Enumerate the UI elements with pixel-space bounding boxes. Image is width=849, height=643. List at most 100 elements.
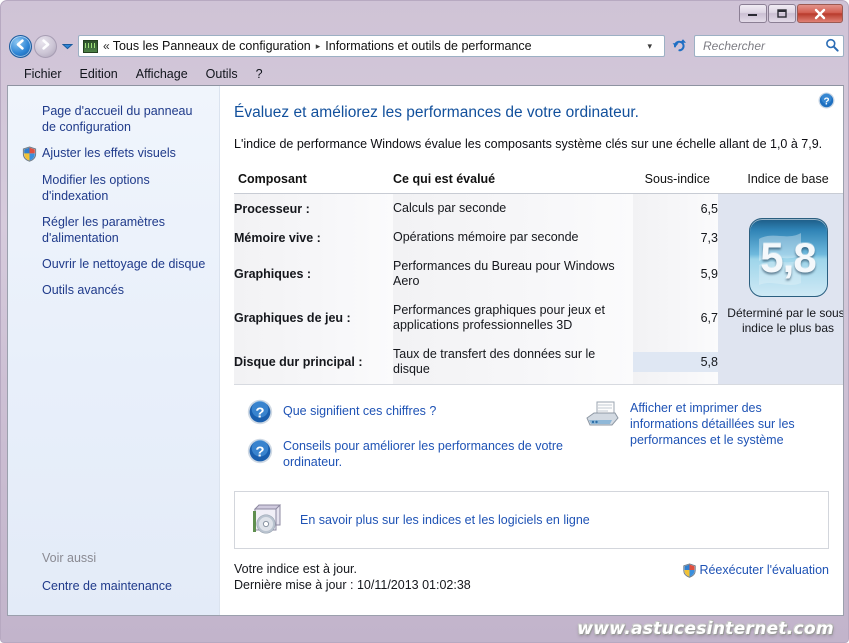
sidebar-item-power-settings[interactable]: Régler les paramètres d'alimentation xyxy=(8,209,219,251)
menu-item-edition[interactable]: Edition xyxy=(71,65,127,83)
recent-pages-button[interactable] xyxy=(60,37,74,55)
table-row: Processeur : Calculs par seconde 6,5 xyxy=(234,193,718,223)
back-arrow-icon xyxy=(14,38,27,54)
score-table-wrapper: Composant Ce qui est évalué Sous-indice … xyxy=(234,172,843,385)
link-label: Conseils pour améliorer les performances… xyxy=(283,439,563,469)
sidebar-item-label: Outils avancés xyxy=(42,283,124,297)
column-header-evaluated: Ce qui est évalué xyxy=(393,172,633,194)
breadcrumb-item-1[interactable]: Informations et outils de performance xyxy=(325,39,531,53)
control-panel-icon xyxy=(83,39,98,53)
sidebar-item-action-center[interactable]: Centre de maintenance xyxy=(8,573,219,599)
link-print-details[interactable]: Afficher et imprimer des informations dé… xyxy=(584,399,829,483)
maximize-button[interactable] xyxy=(768,4,796,23)
table-row: Disque dur principal : Taux de transfert… xyxy=(234,340,722,385)
title-bar xyxy=(1,1,849,29)
menu-item-outils[interactable]: Outils xyxy=(197,65,247,83)
sidebar-item-advanced-tools[interactable]: Outils avancés xyxy=(8,277,219,303)
site-watermark: www.astucesinternet.com xyxy=(577,619,834,639)
sidebar-item-label: Page d'accueil du panneau de configurati… xyxy=(42,104,193,134)
help-links-section: ? Que signifient ces chiffres ? ? Consei… xyxy=(234,399,829,483)
performance-score-section: Composant Ce qui est évalué Sous-indice … xyxy=(234,172,843,385)
chevron-down-icon xyxy=(61,39,73,53)
page-subtitle: L'indice de performance Windows évalue l… xyxy=(234,137,823,151)
help-question-icon: ? xyxy=(818,92,835,112)
svg-text:?: ? xyxy=(255,444,264,461)
help-question-icon: ? xyxy=(247,399,273,425)
link-label: Afficher et imprimer des informations dé… xyxy=(630,401,795,447)
svg-text:?: ? xyxy=(823,96,829,107)
component-name: Graphiques : xyxy=(234,252,393,296)
search-box[interactable]: Rechercher xyxy=(694,35,844,57)
sidebar-item-indexing-options[interactable]: Modifier les options d'indexation xyxy=(8,167,219,209)
component-subscore: 6,7 xyxy=(633,296,718,340)
address-input[interactable]: « Tous les Panneaux de configuration ▸ I… xyxy=(78,35,665,57)
component-subscore: 5,9 xyxy=(633,252,718,296)
table-row: Graphiques de jeu : Performances graphiq… xyxy=(234,296,718,340)
menu-item-help[interactable]: ? xyxy=(247,65,272,83)
base-score-caption: Déterminé par le sous-indice le plus bas xyxy=(727,306,843,335)
help-question-icon: ? xyxy=(247,438,273,464)
component-description: Opérations mémoire par seconde xyxy=(393,223,633,252)
sidebar-item-label: Centre de maintenance xyxy=(42,579,172,593)
base-score-panel: 5,8 Déterminé par le sous-indice le plus… xyxy=(718,194,843,385)
navigation-sidebar: Page d'accueil du panneau de configurati… xyxy=(8,86,220,615)
table-row: Mémoire vive : Opérations mémoire par se… xyxy=(234,223,718,252)
component-name: Disque dur principal : xyxy=(234,340,393,385)
component-name: Processeur : xyxy=(234,193,393,223)
close-button[interactable] xyxy=(797,4,843,23)
search-input[interactable]: Rechercher xyxy=(703,39,825,53)
shield-icon xyxy=(682,562,697,578)
help-button[interactable]: ? xyxy=(818,92,835,109)
forward-button[interactable] xyxy=(34,34,57,58)
explorer-window: « Tous les Panneaux de configuration ▸ I… xyxy=(0,0,849,643)
link-label: Que signifient ces chiffres ? xyxy=(283,404,437,418)
column-header-subscore: Sous-indice xyxy=(633,172,718,194)
base-score-value: 5,8 xyxy=(760,233,816,281)
sidebar-item-control-panel-home[interactable]: Page d'accueil du panneau de configurati… xyxy=(8,98,219,140)
address-bar: « Tous les Panneaux de configuration ▸ I… xyxy=(7,31,844,61)
forward-arrow-icon xyxy=(39,38,52,54)
link-tips-improve-performance[interactable]: ? Conseils pour améliorer les performanc… xyxy=(234,438,584,470)
component-description: Performances du Bureau pour Windows Aero xyxy=(393,252,633,296)
table-row: Graphiques : Performances du Bureau pour… xyxy=(234,252,718,296)
sidebar-item-label: Ouvrir le nettoyage de disque xyxy=(42,257,206,271)
component-subscore: 6,5 xyxy=(633,193,718,223)
status-last-update: Dernière mise à jour : 10/11/2013 01:02:… xyxy=(234,578,471,592)
status-footer: Votre indice est à jour. Dernière mise à… xyxy=(234,561,829,593)
learn-more-box[interactable]: En savoir plus sur les indices et les lo… xyxy=(234,491,829,549)
sidebar-item-visual-effects[interactable]: Ajuster les effets visuels xyxy=(8,140,219,167)
navigation-buttons xyxy=(9,34,74,58)
rerun-assessment-link[interactable]: Réexécuter l'évaluation xyxy=(682,561,829,578)
status-up-to-date: Votre indice est à jour. xyxy=(234,562,357,576)
column-header-component: Composant xyxy=(234,172,393,194)
sidebar-item-disk-cleanup[interactable]: Ouvrir le nettoyage de disque xyxy=(8,251,219,277)
page-title: Évaluez et améliorez les performances de… xyxy=(234,104,639,121)
link-what-do-numbers-mean[interactable]: ? Que signifient ces chiffres ? xyxy=(234,399,584,425)
minimize-icon xyxy=(747,9,759,18)
back-button[interactable] xyxy=(9,34,32,58)
menu-item-affichage[interactable]: Affichage xyxy=(127,65,197,83)
menu-bar: Fichier Edition Affichage Outils ? xyxy=(7,64,844,84)
sidebar-item-label: Modifier les options d'indexation xyxy=(42,173,150,203)
lowest-subscore-value: 5,8 xyxy=(633,352,722,372)
breadcrumb-overflow-icon[interactable]: « xyxy=(103,39,110,53)
maximize-icon xyxy=(776,8,788,19)
sidebar-item-label: Régler les paramètres d'alimentation xyxy=(42,215,165,245)
caption-button-group xyxy=(738,4,843,23)
close-icon xyxy=(813,8,827,20)
see-also-section: Voir aussi Centre de maintenance xyxy=(8,547,219,615)
component-description: Taux de transfert des données sur le dis… xyxy=(393,340,633,385)
shield-icon xyxy=(22,145,42,162)
refresh-button[interactable] xyxy=(668,35,690,57)
breadcrumb-item-0[interactable]: Tous les Panneaux de configuration xyxy=(113,39,311,53)
address-dropdown-icon[interactable]: ▾ xyxy=(642,41,657,52)
main-content: ? Évaluez et améliorez les performances … xyxy=(220,86,843,615)
component-subscore-lowest: 5,8 xyxy=(633,340,722,385)
component-name: Mémoire vive : xyxy=(234,223,393,252)
minimize-button[interactable] xyxy=(739,4,767,23)
breadcrumb-separator-icon[interactable]: ▸ xyxy=(316,41,321,52)
component-description: Performances graphiques pour jeux et app… xyxy=(393,296,633,340)
menu-item-fichier[interactable]: Fichier xyxy=(15,65,71,83)
base-score-column: Indice de base 5,8 Déterminé par le sous… xyxy=(718,172,843,385)
search-icon xyxy=(825,38,839,55)
